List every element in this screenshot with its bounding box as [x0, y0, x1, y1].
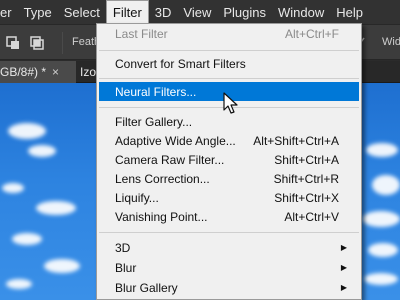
- tab-second-document[interactable]: Izo: [80, 61, 96, 83]
- cloud-image: [2, 183, 24, 193]
- intersect-selection-icon[interactable]: [30, 36, 44, 50]
- menu-plugins[interactable]: Plugins: [217, 0, 272, 24]
- menu-filter[interactable]: Filter: [105, 0, 149, 24]
- cloud-image: [44, 259, 80, 273]
- menu-separator: [99, 78, 359, 79]
- cloud-image: [36, 201, 76, 215]
- tab-second-label: Izo: [80, 65, 97, 79]
- menu-item-vanishing-point[interactable]: Vanishing Point... Alt+Ctrl+V: [99, 207, 359, 226]
- tab-close-icon[interactable]: ×: [52, 65, 59, 79]
- tab-active-document[interactable]: GB/8#) * ×: [0, 61, 76, 83]
- options-divider: [62, 32, 63, 54]
- menu-type[interactable]: Type: [18, 0, 58, 24]
- menu-separator: [99, 232, 359, 233]
- menu-item-camera-raw-filter[interactable]: Camera Raw Filter... Shift+Ctrl+A: [99, 150, 359, 169]
- subtract-selection-icon[interactable]: [6, 36, 20, 50]
- menu-select[interactable]: Select: [58, 0, 106, 24]
- menu-item-lens-correction[interactable]: Lens Correction... Shift+Ctrl+R: [99, 169, 359, 188]
- menu-3d[interactable]: 3D: [149, 0, 178, 24]
- width-label: Widt: [382, 36, 400, 48]
- cloud-image: [6, 279, 32, 289]
- cloud-image: [12, 233, 42, 245]
- menu-edit[interactable]: er: [0, 0, 18, 24]
- cloud-image: [8, 123, 46, 139]
- chevron-right-icon: ▶: [340, 243, 347, 252]
- cloud-image: [28, 145, 56, 157]
- menu-bar: er Type Select Filter 3D View Plugins Wi…: [0, 0, 400, 24]
- chevron-right-icon: ▶: [340, 283, 347, 292]
- menu-item-blur-gallery[interactable]: Blur Gallery ▶: [99, 278, 359, 297]
- tab-active-label: GB/8#) *: [0, 65, 47, 79]
- menu-item-last-filter: Last Filter Alt+Ctrl+F: [115, 26, 339, 41]
- cloud-image: [364, 273, 398, 285]
- cloud-image: [372, 175, 400, 195]
- menu-item-convert-smart-filters[interactable]: Convert for Smart Filters: [99, 54, 359, 73]
- menu-help[interactable]: Help: [330, 0, 369, 24]
- cloud-image: [366, 143, 398, 157]
- filter-menu: Last Filter Alt+Ctrl+F Convert for Smart…: [96, 23, 362, 300]
- menu-window[interactable]: Window: [272, 0, 330, 24]
- mouse-pointer-icon: [223, 92, 238, 114]
- menu-item-3d[interactable]: 3D ▶: [99, 238, 359, 257]
- chevron-right-icon: ▶: [340, 263, 347, 272]
- menu-item-liquify[interactable]: Liquify... Shift+Ctrl+X: [99, 188, 359, 207]
- menu-item-adaptive-wide-angle[interactable]: Adaptive Wide Angle... Alt+Shift+Ctrl+A: [99, 131, 359, 150]
- cloud-image: [362, 211, 400, 227]
- menu-separator: [99, 50, 359, 51]
- cloud-image: [368, 243, 398, 257]
- menu-view[interactable]: View: [177, 0, 217, 24]
- menu-item-blur[interactable]: Blur ▶: [99, 258, 359, 277]
